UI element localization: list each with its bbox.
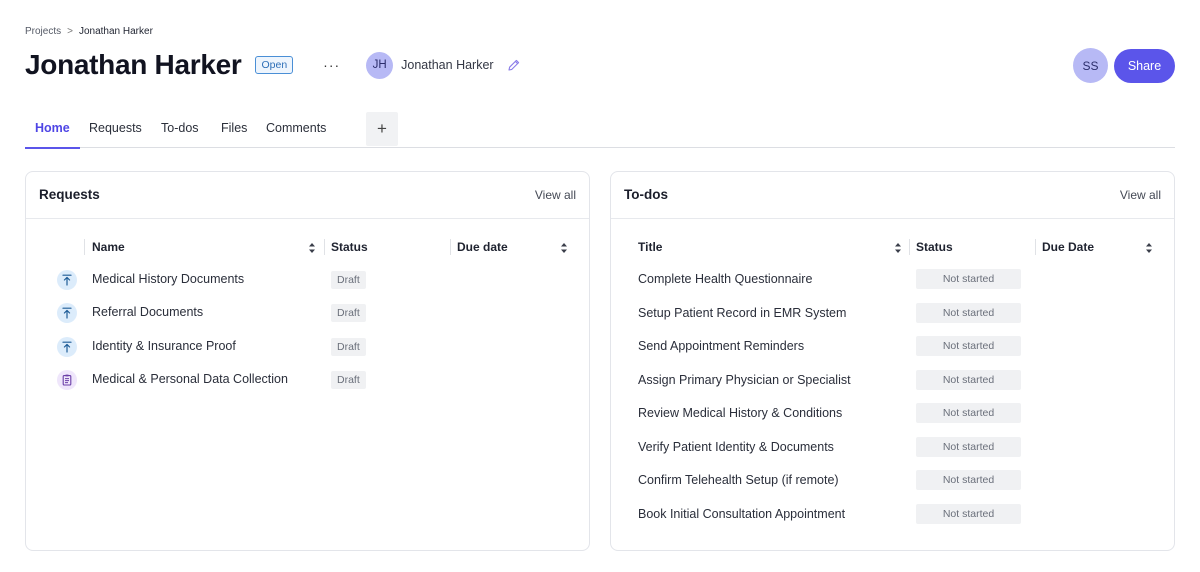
requests-card: Requests View all Name Status Due date M… <box>25 171 590 551</box>
todo-title: Complete Health Questionnaire <box>638 272 813 286</box>
breadcrumb-current: Jonathan Harker <box>78 26 153 37</box>
todo-title: Setup Patient Record in EMR System <box>638 306 847 320</box>
todo-title: Book Initial Consultation Appointment <box>638 507 846 521</box>
todo-title: Confirm Telehealth Setup (if remote) <box>638 473 839 487</box>
breadcrumb-projects-link[interactable]: Projects <box>25 26 61 37</box>
todo-row[interactable]: Assign Primary Physician or Specialist N… <box>611 365 1174 398</box>
todo-title: Assign Primary Physician or Specialist <box>638 373 851 387</box>
todo-title: Review Medical History & Conditions <box>638 406 843 420</box>
column-header-title[interactable]: Title <box>638 240 662 254</box>
todo-row[interactable]: Book Initial Consultation Appointment No… <box>611 499 1174 532</box>
upload-icon <box>57 337 77 357</box>
column-header-status[interactable]: Status <box>916 240 953 254</box>
todo-row[interactable]: Review Medical History & Conditions Not … <box>611 398 1174 431</box>
column-divider <box>450 239 451 255</box>
status-pill: Not started <box>916 504 1021 524</box>
request-row[interactable]: Medical & Personal Data Collection Draft <box>26 364 589 397</box>
requests-card-title: Requests <box>39 187 100 202</box>
tab-home[interactable]: Home <box>25 112 80 149</box>
column-divider <box>324 239 325 255</box>
todo-title: Verify Patient Identity & Documents <box>638 440 834 454</box>
column-header-due-date[interactable]: Due Date <box>1042 240 1094 254</box>
status-pill: Draft <box>331 371 366 389</box>
status-pill: Not started <box>916 403 1021 423</box>
sort-icon[interactable] <box>308 241 316 253</box>
more-options-button[interactable]: ··· <box>323 57 340 73</box>
todo-row[interactable]: Verify Patient Identity & Documents Not … <box>611 432 1174 465</box>
request-name: Medical History Documents <box>92 272 245 286</box>
column-header-due-date[interactable]: Due date <box>457 240 508 254</box>
tab-todos[interactable]: To-dos <box>161 112 199 148</box>
status-pill: Draft <box>331 271 366 289</box>
status-pill: Not started <box>916 370 1021 390</box>
request-row[interactable]: Referral Documents Draft <box>26 297 589 330</box>
tab-files[interactable]: Files <box>221 112 247 148</box>
column-divider <box>84 239 85 255</box>
pencil-icon[interactable] <box>507 58 521 72</box>
todos-card-title: To-dos <box>624 187 668 202</box>
status-badge: Open <box>255 56 294 74</box>
header-actions: SS Share <box>1073 48 1175 83</box>
status-pill: Not started <box>916 303 1021 323</box>
breadcrumb-separator: > <box>67 26 73 37</box>
user-avatar[interactable]: SS <box>1073 48 1108 83</box>
todos-view-all-link[interactable]: View all <box>1120 188 1161 202</box>
page-title: Jonathan Harker <box>25 49 242 80</box>
share-button[interactable]: Share <box>1114 48 1175 83</box>
page-header: Jonathan Harker Open ··· JH Jonathan Har… <box>25 46 521 84</box>
request-name: Identity & Insurance Proof <box>92 339 236 353</box>
column-header-name[interactable]: Name <box>92 240 125 254</box>
request-name: Referral Documents <box>92 305 204 319</box>
todo-row[interactable]: Complete Health Questionnaire Not starte… <box>611 264 1174 297</box>
requests-view-all-link[interactable]: View all <box>535 188 576 202</box>
owner-name: Jonathan Harker <box>401 58 494 72</box>
todo-row[interactable]: Confirm Telehealth Setup (if remote) Not… <box>611 465 1174 498</box>
column-divider <box>1035 239 1036 255</box>
status-pill: Draft <box>331 304 366 322</box>
tab-comments[interactable]: Comments <box>266 112 326 148</box>
sort-icon[interactable] <box>894 241 902 253</box>
request-row[interactable]: Identity & Insurance Proof Draft <box>26 331 589 364</box>
owner-avatar: JH <box>366 51 394 79</box>
status-pill: Draft <box>331 338 366 356</box>
breadcrumb: Projects > Jonathan Harker <box>25 26 153 37</box>
column-divider <box>909 239 910 255</box>
sort-icon[interactable] <box>560 241 568 253</box>
add-tab-button[interactable]: + <box>366 112 398 146</box>
status-pill: Not started <box>916 437 1021 457</box>
todo-row[interactable]: Setup Patient Record in EMR System Not s… <box>611 298 1174 331</box>
todos-card-header: To-dos View all <box>611 172 1174 219</box>
status-pill: Not started <box>916 269 1021 289</box>
upload-icon <box>57 303 77 323</box>
form-icon <box>57 370 77 390</box>
todo-title: Send Appointment Reminders <box>638 339 805 353</box>
tab-bar: Home Requests To-dos Files Comments + <box>25 112 1175 149</box>
column-header-status[interactable]: Status <box>331 240 368 254</box>
request-name: Medical & Personal Data Collection <box>92 372 288 386</box>
upload-icon <box>57 270 77 290</box>
project-owner: JH Jonathan Harker <box>366 51 521 79</box>
status-pill: Not started <box>916 336 1021 356</box>
requests-card-header: Requests View all <box>26 172 589 219</box>
sort-icon[interactable] <box>1145 241 1153 253</box>
status-pill: Not started <box>916 470 1021 490</box>
todos-card: To-dos View all Title Status Due Date Co… <box>610 171 1175 551</box>
request-row[interactable]: Medical History Documents Draft <box>26 264 589 297</box>
todo-row[interactable]: Send Appointment Reminders Not started <box>611 331 1174 364</box>
tab-requests[interactable]: Requests <box>89 112 142 148</box>
